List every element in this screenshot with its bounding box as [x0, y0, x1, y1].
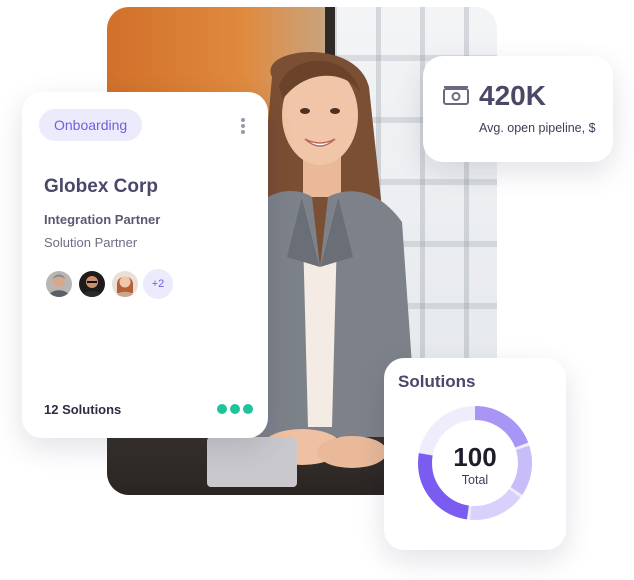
status-dot — [243, 404, 253, 414]
donut-total-value: 100 — [453, 442, 497, 472]
donut-total-label: Total — [461, 473, 489, 487]
pipeline-card: 420K Avg. open pipeline, $ — [423, 56, 613, 162]
team-avatars: +2 — [44, 269, 173, 299]
status-badge[interactable]: Onboarding — [39, 109, 143, 141]
company-name: Globex Corp — [44, 176, 159, 197]
partner-type: Integration Partner — [44, 212, 161, 227]
avatar[interactable] — [110, 269, 140, 299]
cash-icon — [443, 86, 469, 105]
pipeline-value: 420K — [479, 80, 546, 111]
solutions-count: 12 Solutions — [44, 402, 122, 417]
status-dots — [214, 404, 253, 414]
avatar[interactable] — [77, 269, 107, 299]
company-card[interactable]: Onboarding Globex Corp Integration Partn… — [22, 92, 268, 438]
more-options-icon[interactable] — [238, 118, 248, 136]
status-dot — [217, 404, 227, 414]
more-members-badge[interactable]: +2 — [143, 269, 173, 299]
solutions-card: Solutions 100 Total — [384, 358, 566, 550]
status-dot — [230, 404, 240, 414]
partner-subtype: Solution Partner — [44, 235, 138, 250]
solutions-title: Solutions — [398, 372, 476, 391]
pipeline-label: Avg. open pipeline, $ — [479, 121, 596, 135]
avatar[interactable] — [44, 269, 74, 299]
